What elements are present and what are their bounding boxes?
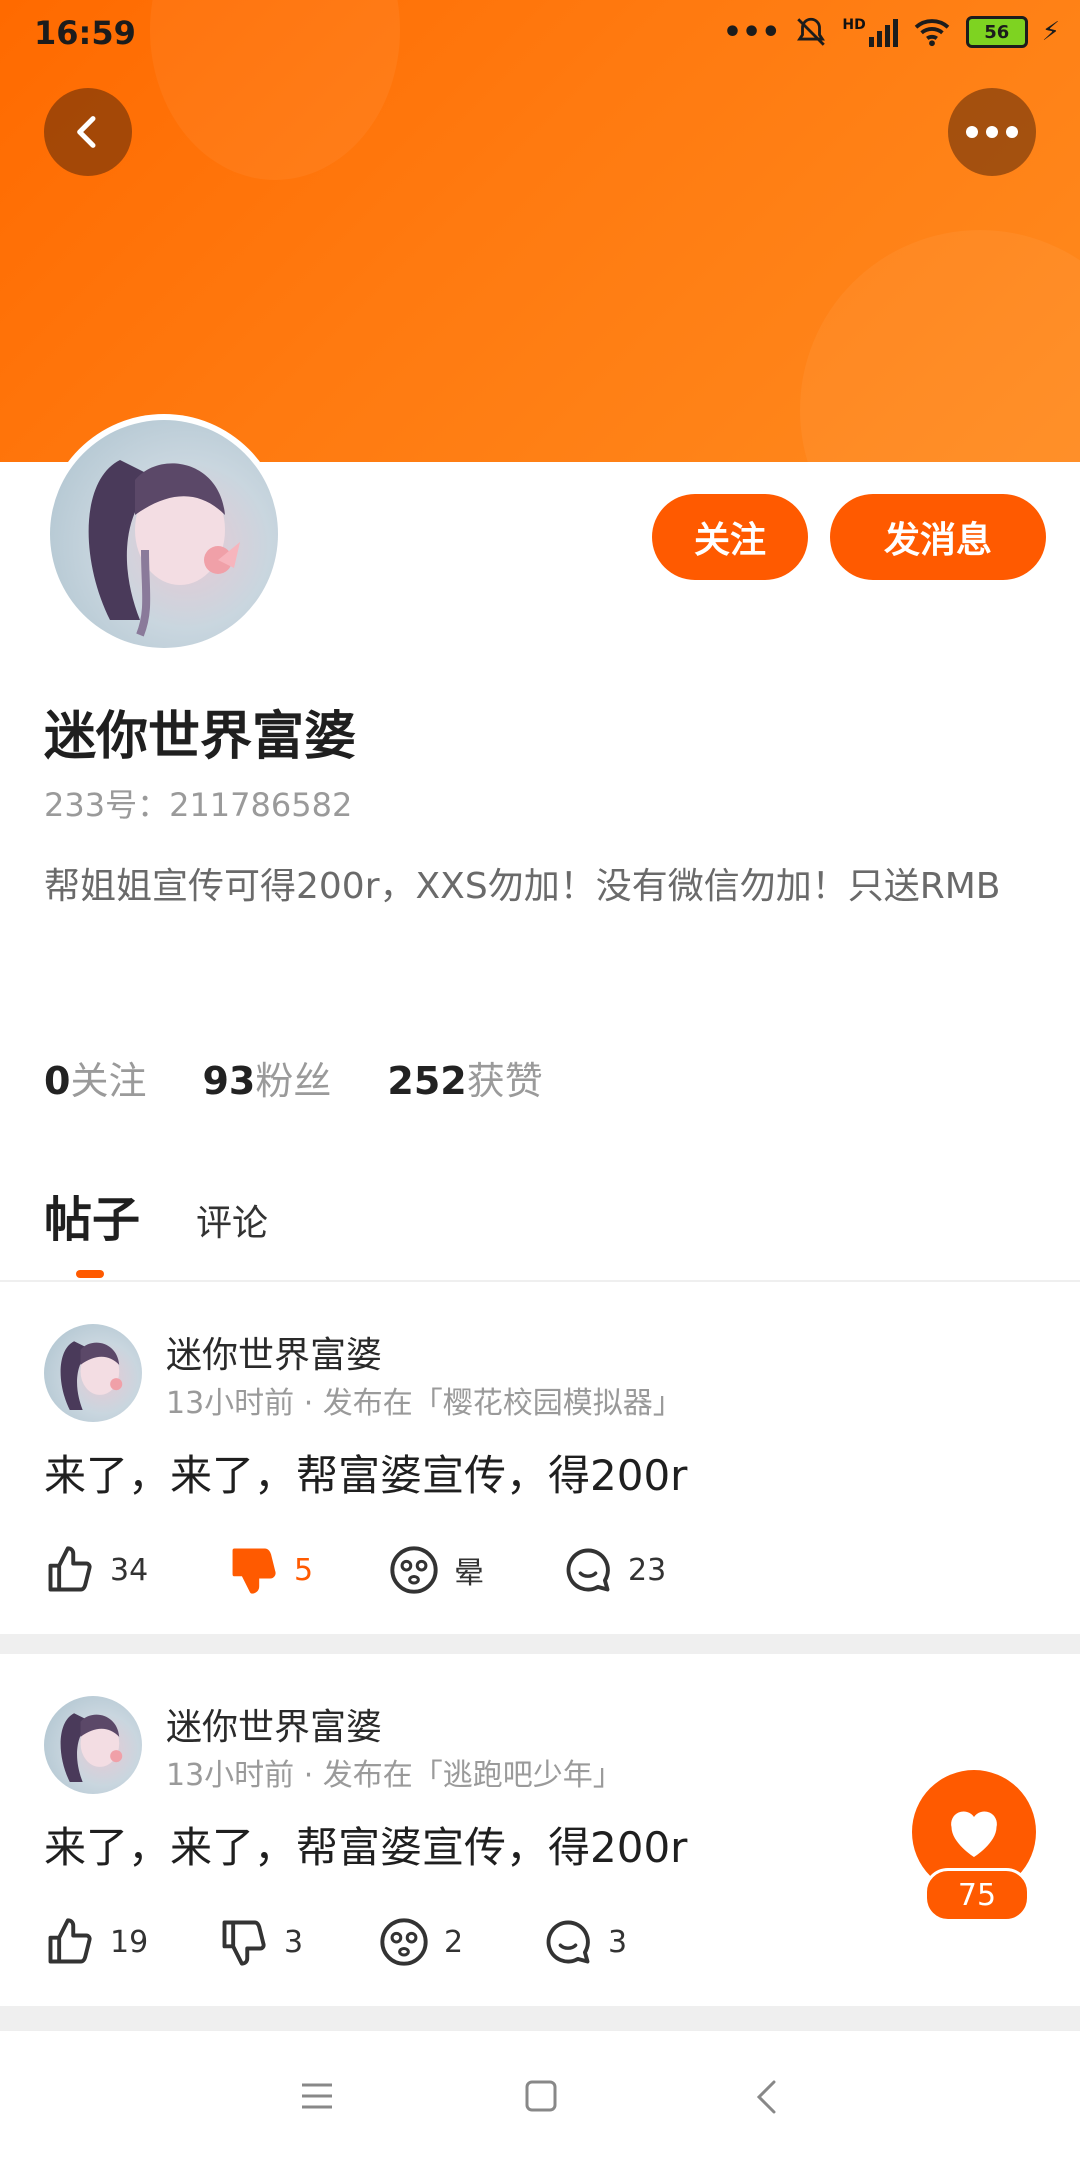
profile-stats: 0关注 93粉丝 252获赞 — [44, 1050, 543, 1105]
status-time: 16:59 — [34, 14, 136, 52]
heart-icon — [951, 1811, 997, 1857]
system-nav-bar — [0, 2030, 1080, 2161]
banner-decoration — [800, 230, 1080, 462]
avatar-image — [50, 420, 278, 648]
back-triangle-icon[interactable] — [754, 2079, 778, 2115]
home-square-icon[interactable] — [524, 2079, 558, 2113]
post-author[interactable]: 迷你世界富婆 — [166, 1326, 382, 1378]
like-button[interactable]: 34 — [44, 1544, 228, 1596]
battery-level: 56 — [984, 21, 1010, 43]
hd-label: HD — [842, 17, 866, 33]
post-meta: 13小时前 · 发布在「逃跑吧少年」 — [166, 1758, 623, 1793]
status-icons: ••• HD 56 ⚡ — [723, 12, 1060, 52]
thumbs-down-icon — [222, 1920, 266, 1966]
post-actions: 19 3 2 3 — [44, 1916, 627, 1968]
dizzy-face-icon — [390, 1546, 438, 1594]
stat-label: 获赞 — [466, 1059, 543, 1103]
status-bar: 16:59 ••• HD 56 ⚡ — [0, 0, 1080, 64]
thumbs-down-filled-icon — [232, 1548, 276, 1594]
stat-label: 粉丝 — [255, 1059, 332, 1103]
post-meta: 13小时前 · 发布在「樱花校园模拟器」 — [166, 1386, 683, 1421]
avatar-illustration — [60, 1713, 123, 1782]
chevron-left-icon — [77, 116, 96, 148]
comment-button[interactable]: 23 — [562, 1544, 666, 1596]
profile-bio: 帮姐姐宣传可得200r，XXS勿加！没有微信勿加！只送RMB — [44, 866, 1001, 907]
more-dots-icon: ••• — [722, 14, 781, 50]
dizzy-reaction-button[interactable]: 2 — [378, 1916, 542, 1968]
wifi-icon — [914, 19, 950, 47]
profile-name: 迷你世界富婆 — [44, 707, 357, 767]
dislike-count: 5 — [294, 1552, 314, 1588]
stat-followers[interactable]: 93粉丝 — [202, 1050, 331, 1105]
stat-label: 关注 — [70, 1059, 147, 1103]
comment-bubble-icon — [566, 1548, 610, 1592]
dislike-button[interactable]: 3 — [218, 1916, 378, 1968]
like-count: 19 — [110, 1924, 149, 1960]
post-avatar[interactable] — [44, 1696, 142, 1794]
post-text[interactable]: 来了，来了，帮富婆宣传，得200r — [44, 1442, 687, 1503]
more-button[interactable] — [948, 88, 1036, 176]
thumbs-up-icon — [48, 1546, 92, 1592]
like-button[interactable]: 19 — [44, 1916, 218, 1968]
post-actions: 34 5 晕 23 — [44, 1544, 666, 1596]
mute-bell-icon — [797, 17, 826, 46]
comment-button[interactable]: 3 — [542, 1916, 627, 1968]
comment-count: 23 — [628, 1552, 667, 1588]
post-separator — [0, 2006, 1080, 2030]
tab-indicator — [76, 1270, 104, 1278]
profile-tabs: 帖子 评论 — [44, 1180, 268, 1250]
stat-following[interactable]: 0关注 — [44, 1050, 146, 1105]
dizzy-face-icon — [380, 1918, 428, 1966]
signal-icon: HD — [842, 17, 898, 47]
dizzy-reaction-button[interactable]: 晕 — [388, 1544, 562, 1596]
dizzy-label: 晕 — [454, 1556, 484, 1591]
charging-icon: ⚡ — [1041, 17, 1060, 47]
follow-button[interactable]: 关注 — [652, 494, 808, 580]
stat-likes[interactable]: 252获赞 — [387, 1050, 542, 1105]
dizzy-count: 2 — [444, 1924, 464, 1960]
profile-avatar[interactable] — [44, 414, 284, 654]
battery-indicator: 56 — [965, 16, 1028, 48]
back-button[interactable] — [44, 88, 132, 176]
tab-comments[interactable]: 评论 — [196, 1194, 268, 1250]
dislike-button[interactable]: 5 — [228, 1544, 388, 1596]
profile-banner — [0, 0, 1080, 462]
comment-count: 3 — [608, 1924, 628, 1960]
stat-number: 252 — [387, 1059, 467, 1103]
stat-number: 93 — [202, 1059, 256, 1103]
floating-like-count: 75 — [924, 1868, 1030, 1922]
menu-icon[interactable] — [300, 2081, 334, 2111]
like-count: 34 — [110, 1552, 149, 1588]
post-separator — [0, 1634, 1080, 1654]
avatar-illustration — [88, 460, 240, 637]
post-card[interactable]: 迷你世界富婆 13小时前 · 发布在「樱花校园模拟器」 来了，来了，帮富婆宣传，… — [0, 1282, 1080, 1638]
avatar-illustration — [60, 1341, 123, 1410]
thumbs-up-icon — [48, 1918, 92, 1964]
post-avatar[interactable] — [44, 1324, 142, 1422]
post-text[interactable]: 来了，来了，帮富婆宣传，得200r — [44, 1814, 687, 1875]
message-button[interactable]: 发消息 — [830, 494, 1046, 580]
post-author[interactable]: 迷你世界富婆 — [166, 1698, 382, 1750]
more-horizontal-icon — [966, 126, 1018, 138]
comment-bubble-icon — [546, 1920, 590, 1964]
stat-number: 0 — [44, 1059, 71, 1103]
tab-posts[interactable]: 帖子 — [44, 1180, 140, 1250]
profile-id: 233号：211786582 — [44, 786, 353, 824]
dislike-count: 3 — [284, 1924, 304, 1960]
